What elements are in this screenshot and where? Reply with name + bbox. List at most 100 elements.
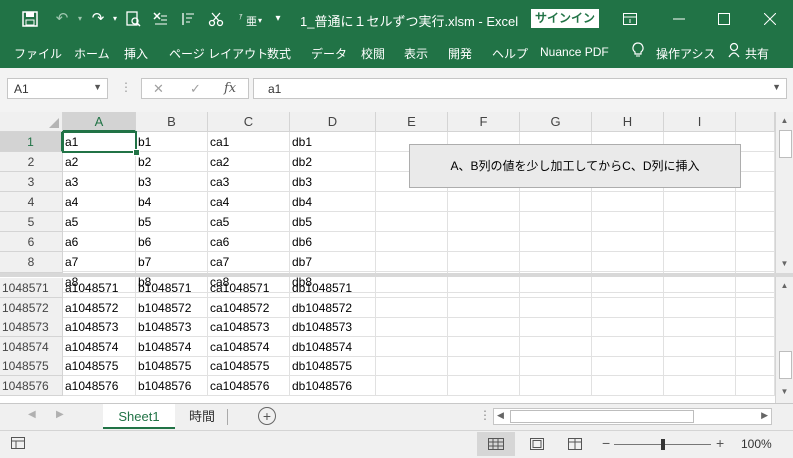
row-header[interactable]: 1048572 [0, 297, 63, 318]
grid-cell[interactable]: b3 [136, 172, 208, 192]
row-header[interactable]: 1 [0, 132, 63, 152]
grid-cell[interactable]: db1048575 [290, 356, 376, 376]
grid-cell[interactable]: b1048576 [136, 375, 208, 396]
empty-cell[interactable] [664, 297, 736, 318]
empty-cell[interactable] [448, 192, 520, 212]
macro-run-button[interactable]: A、B列の値を少し加工してからC、D列に挿入 [409, 144, 741, 188]
scroll-thumb[interactable] [779, 130, 792, 158]
grid-cell[interactable]: a5 [63, 212, 136, 232]
grid-cell[interactable]: b4 [136, 192, 208, 212]
empty-cell[interactable] [448, 375, 520, 396]
grid-cell[interactable]: db6 [290, 232, 376, 252]
drag-handle-icon[interactable]: ⋮ [120, 80, 132, 94]
empty-cell[interactable] [592, 278, 664, 298]
normal-view-button[interactable] [477, 432, 515, 456]
column-header-c[interactable]: C [208, 112, 290, 132]
empty-cell[interactable] [520, 375, 592, 396]
empty-cell[interactable] [520, 356, 592, 376]
row-header[interactable]: 3 [0, 172, 63, 192]
prev-sheet-icon[interactable]: ◀ [28, 409, 36, 420]
scroll-down-icon[interactable]: ▼ [776, 259, 793, 268]
empty-cell[interactable] [736, 356, 775, 376]
undo-dropdown-icon[interactable]: ▾ [70, 9, 90, 29]
grid-cell[interactable]: db1048574 [290, 336, 376, 357]
empty-cell[interactable] [376, 297, 448, 318]
maximize-icon[interactable] [709, 6, 739, 32]
tab-developer[interactable]: 開発 [448, 45, 472, 62]
scroll-left-icon[interactable]: ◀ [497, 410, 504, 421]
empty-cell[interactable] [592, 356, 664, 376]
zoom-slider-thumb[interactable] [661, 439, 665, 450]
empty-cell[interactable] [520, 232, 592, 252]
grid-cell[interactable]: b1048571 [136, 278, 208, 298]
expand-formula-icon[interactable]: ▼ [772, 82, 781, 92]
print-preview-icon[interactable] [123, 9, 143, 29]
empty-cell[interactable] [736, 212, 775, 232]
cancel-icon[interactable]: ✕ [153, 81, 164, 97]
sheet-tab-time[interactable]: 時間 [180, 404, 224, 429]
empty-cell[interactable] [520, 252, 592, 272]
grid-cell[interactable]: b7 [136, 252, 208, 272]
scroll-down-icon[interactable]: ▼ [776, 387, 793, 396]
empty-cell[interactable] [376, 375, 448, 396]
fill-handle[interactable] [133, 149, 140, 156]
tab-formulas[interactable]: 数式 [267, 45, 291, 62]
ribbon-display-icon[interactable] [615, 6, 645, 32]
page-break-view-icon[interactable] [568, 438, 582, 453]
column-header-f[interactable]: F [448, 112, 520, 132]
column-header-g[interactable]: G [520, 112, 592, 132]
empty-cell[interactable] [736, 278, 775, 298]
empty-cell[interactable] [664, 252, 736, 272]
grid-cell[interactable]: db4 [290, 192, 376, 212]
row-header[interactable]: 1048573 [0, 317, 63, 337]
empty-cell[interactable] [448, 336, 520, 357]
grid-cell[interactable]: ca1048576 [208, 375, 290, 396]
grid-cell[interactable]: b1048575 [136, 356, 208, 376]
lightbulb-icon[interactable] [632, 42, 644, 62]
scroll-up-icon[interactable]: ▲ [776, 281, 793, 290]
grid-cell[interactable]: ca6 [208, 232, 290, 252]
grid-cell[interactable]: db1048573 [290, 317, 376, 337]
column-header-i[interactable]: I [664, 112, 736, 132]
empty-cell[interactable] [592, 252, 664, 272]
horizontal-scrollbar[interactable]: ◀ ▶ [493, 408, 772, 425]
column-header-e[interactable]: E [376, 112, 448, 132]
empty-cell[interactable] [376, 252, 448, 272]
grid-cell[interactable]: a6 [63, 232, 136, 252]
close-icon[interactable] [755, 6, 785, 32]
column-header-b[interactable]: B [136, 112, 208, 132]
grid-cell[interactable]: db3 [290, 172, 376, 192]
grid-cell[interactable]: a1048571 [63, 278, 136, 298]
empty-cell[interactable] [664, 232, 736, 252]
grid-cell[interactable]: b1048574 [136, 336, 208, 357]
grid-cell[interactable]: db1 [290, 132, 376, 152]
grid-cell[interactable]: ca3 [208, 172, 290, 192]
empty-cell[interactable] [448, 252, 520, 272]
macro-record-icon[interactable] [11, 437, 25, 452]
grid-cell[interactable]: a4 [63, 192, 136, 212]
empty-cell[interactable] [376, 317, 448, 337]
empty-cell[interactable] [736, 336, 775, 357]
row-header[interactable]: 2 [0, 152, 63, 172]
save-icon[interactable] [20, 9, 40, 29]
grid-cell[interactable]: a1048573 [63, 317, 136, 337]
grid-cell[interactable]: ca2 [208, 152, 290, 172]
empty-cell[interactable] [376, 356, 448, 376]
sort-icon[interactable] [178, 9, 198, 29]
hscroll-thumb[interactable] [510, 410, 694, 423]
scroll-thumb[interactable] [779, 351, 792, 379]
empty-cell[interactable] [736, 152, 775, 172]
grid-cell[interactable]: ca7 [208, 252, 290, 272]
empty-cell[interactable] [520, 212, 592, 232]
insert-function-icon[interactable]: fx [224, 81, 236, 96]
row-header[interactable]: 6 [0, 232, 63, 252]
empty-cell[interactable] [736, 317, 775, 337]
tab-home[interactable]: ホーム [74, 45, 110, 62]
grid-cell[interactable]: b5 [136, 212, 208, 232]
tab-page-layout[interactable]: ページ レイアウト [169, 45, 268, 62]
empty-cell[interactable] [664, 278, 736, 298]
share-button[interactable]: 共有 [745, 45, 769, 62]
top-vertical-scrollbar[interactable]: ▲ ▼ [775, 112, 793, 273]
empty-cell[interactable] [376, 232, 448, 252]
page-layout-view-icon[interactable] [530, 438, 544, 453]
